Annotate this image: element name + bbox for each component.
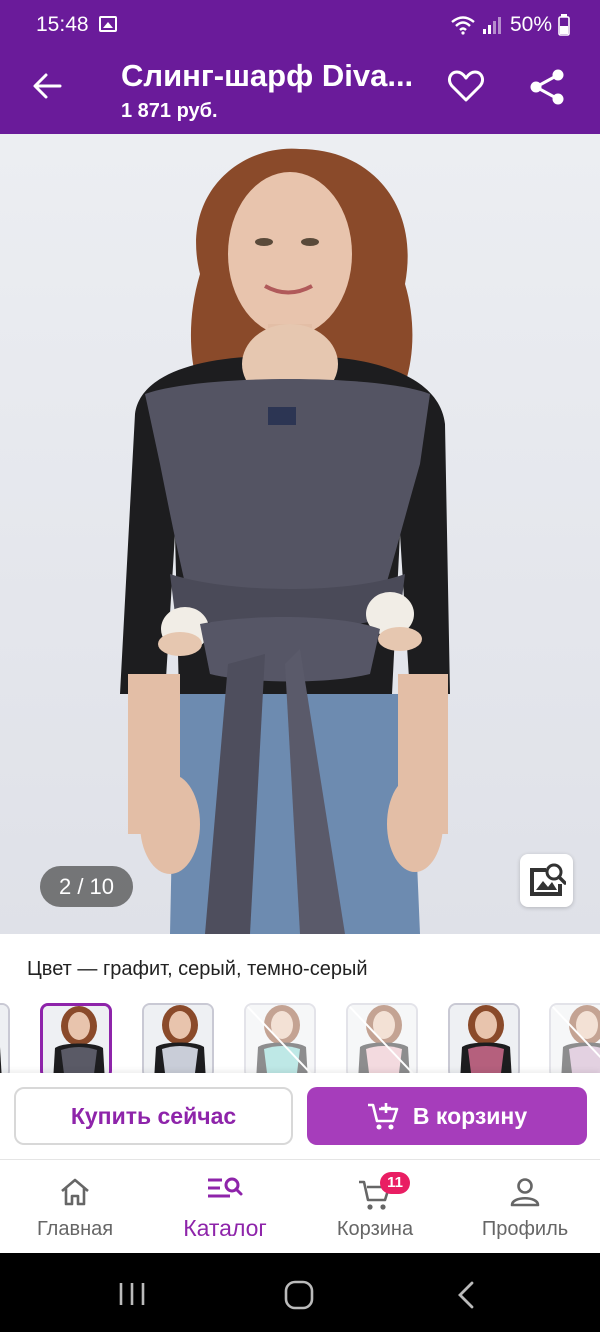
share-icon[interactable] bbox=[528, 68, 566, 106]
buy-now-button[interactable]: Купить сейчас bbox=[14, 1087, 293, 1145]
status-indicators: 50% bbox=[450, 13, 570, 37]
profile-icon bbox=[510, 1178, 540, 1207]
color-thumbnail[interactable] bbox=[448, 1003, 520, 1075]
product-photo-illustration bbox=[120, 148, 450, 934]
image-counter: 2 / 10 bbox=[40, 866, 133, 907]
color-value: графит, серый, темно-серый bbox=[102, 958, 368, 980]
add-to-cart-icon bbox=[367, 1103, 399, 1130]
color-thumbnail-image bbox=[246, 1005, 314, 1075]
arrow-left-icon[interactable] bbox=[30, 69, 64, 103]
add-to-cart-button[interactable]: В корзину bbox=[307, 1087, 587, 1145]
gallery-notification-icon bbox=[99, 16, 117, 32]
catalog-search-icon bbox=[208, 1177, 243, 1198]
color-thumbnail[interactable] bbox=[346, 1003, 418, 1075]
home-icon bbox=[61, 1178, 89, 1206]
nav-item-home[interactable]: Главная bbox=[0, 1160, 150, 1254]
system-navigation-bar bbox=[0, 1253, 600, 1332]
product-photo[interactable] bbox=[0, 134, 600, 934]
bottom-navigation: Главная Каталог 11 Корзина Профиль bbox=[0, 1159, 600, 1253]
cart-count-badge: 11 bbox=[380, 1172, 410, 1194]
color-separator: — bbox=[71, 958, 103, 980]
recent-apps-icon[interactable] bbox=[117, 1281, 147, 1307]
nav-item-catalog[interactable]: Каталог bbox=[150, 1160, 300, 1254]
heart-outline-icon[interactable] bbox=[447, 68, 485, 104]
color-thumbnail-image bbox=[0, 1005, 8, 1075]
nav-label-home: Главная bbox=[36, 1218, 114, 1240]
color-thumbnail-image bbox=[450, 1005, 518, 1075]
wifi-icon bbox=[451, 16, 475, 35]
home-button-icon[interactable] bbox=[283, 1279, 315, 1311]
nav-item-cart[interactable]: 11 Корзина bbox=[300, 1160, 450, 1254]
nav-label-cart: Корзина bbox=[336, 1218, 414, 1240]
color-thumbnail[interactable] bbox=[40, 1003, 112, 1075]
image-search-button[interactable] bbox=[520, 854, 573, 907]
purchase-actions: Купить сейчас В корзину bbox=[0, 1073, 600, 1159]
signal-icon bbox=[482, 17, 501, 34]
back-button-icon[interactable] bbox=[455, 1280, 477, 1310]
color-label: Цвет bbox=[27, 958, 72, 980]
product-title: Слинг-шарф Diva... bbox=[121, 58, 414, 93]
nav-item-profile[interactable]: Профиль bbox=[450, 1160, 600, 1254]
color-thumbnail-image bbox=[144, 1005, 212, 1075]
color-thumbnail-image bbox=[551, 1005, 600, 1075]
color-thumbnail-image bbox=[348, 1005, 416, 1075]
app-bar: Слинг-шарф Diva... 1 871 руб. bbox=[0, 42, 600, 134]
color-thumbnail[interactable] bbox=[0, 1003, 10, 1075]
product-price: 1 871 руб. bbox=[121, 100, 218, 122]
color-thumbnail[interactable] bbox=[244, 1003, 316, 1075]
nav-label-profile: Профиль bbox=[481, 1218, 569, 1240]
nav-label-catalog: Каталог bbox=[183, 1215, 267, 1241]
status-time: 15:48 bbox=[36, 13, 89, 36]
color-description: Цвет — графит, серый, темно-серый bbox=[27, 958, 368, 981]
color-thumbnail-image bbox=[43, 1006, 109, 1075]
add-to-cart-label: В корзину bbox=[412, 1102, 528, 1129]
battery-icon bbox=[558, 14, 570, 36]
color-thumbnails bbox=[0, 1003, 600, 1075]
color-thumbnail[interactable] bbox=[549, 1003, 600, 1075]
image-search-icon bbox=[530, 863, 566, 896]
color-thumbnail[interactable] bbox=[142, 1003, 214, 1075]
battery-percent: 50% bbox=[509, 13, 552, 36]
